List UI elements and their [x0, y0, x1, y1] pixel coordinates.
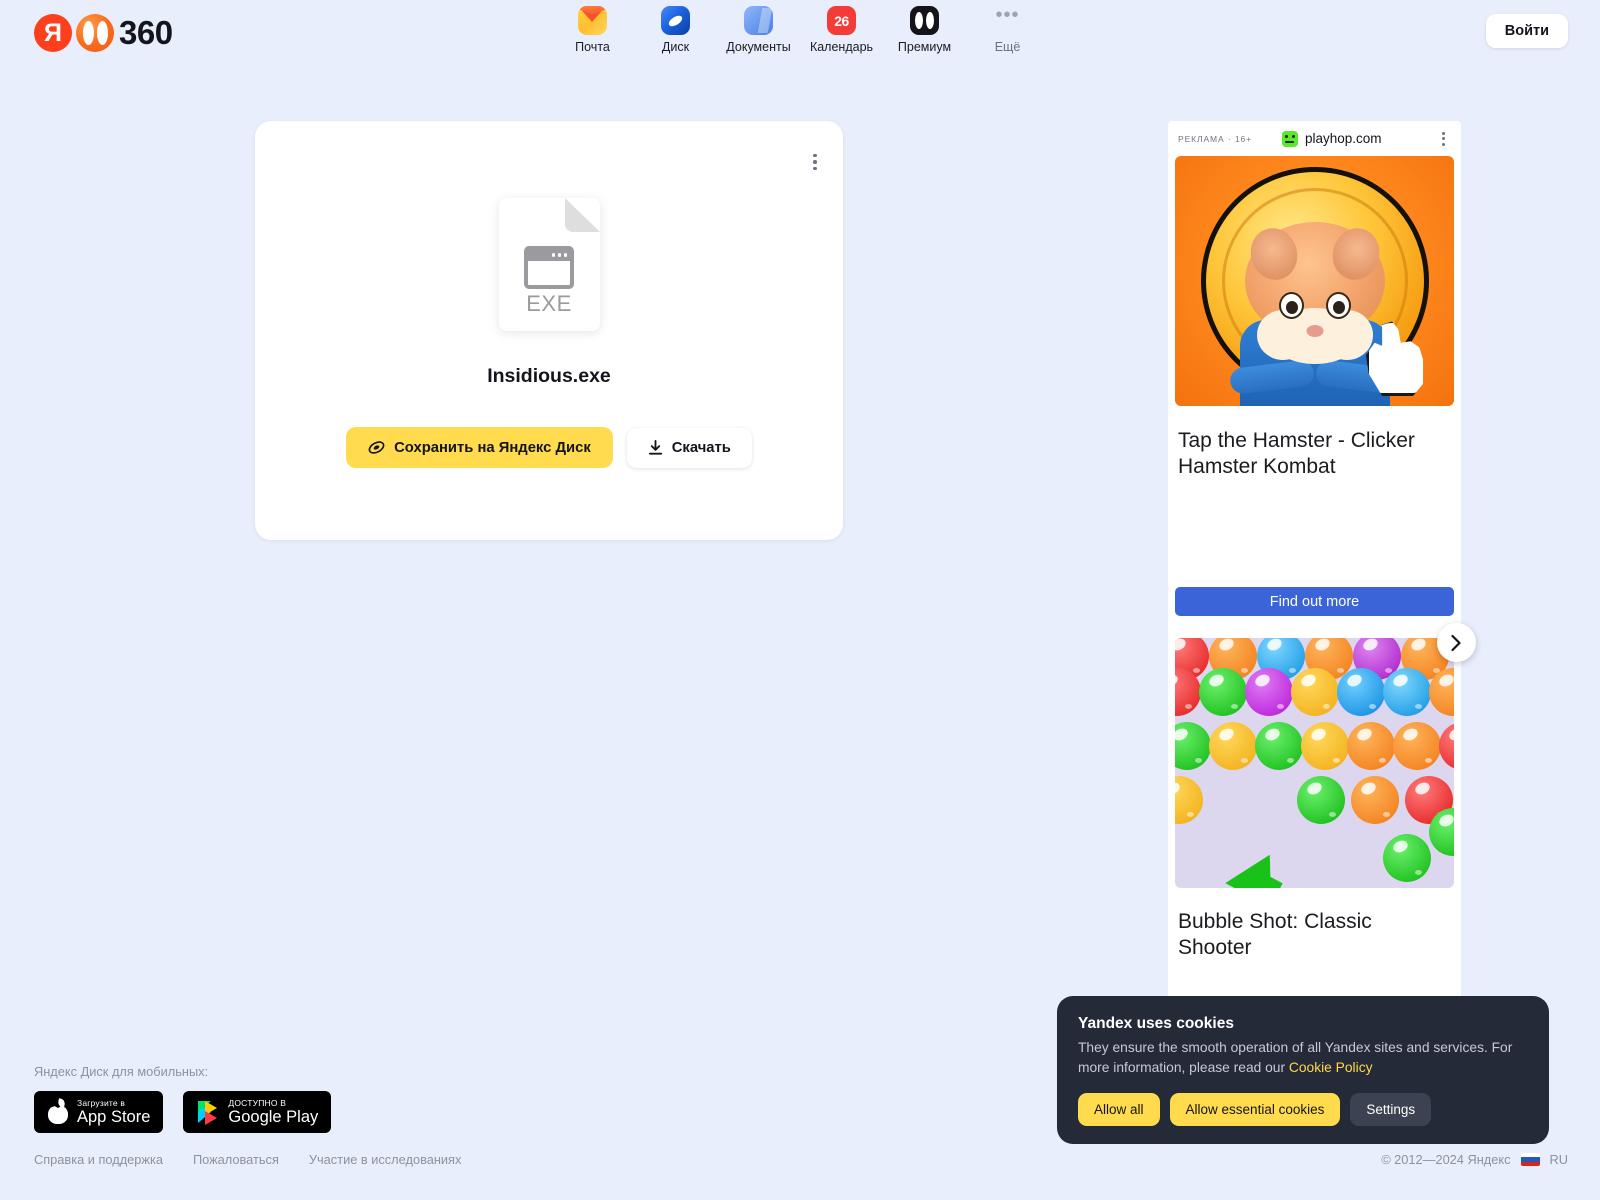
cookie-banner-title: Yandex uses cookies: [1078, 1015, 1234, 1032]
app-store-text: Загрузите в App Store: [77, 1097, 151, 1126]
app-store-big-label: App Store: [77, 1108, 151, 1126]
download-button[interactable]: Скачать: [626, 427, 752, 468]
page-header: Я 360 Почта Диск Документы 26 Календарь …: [0, 0, 1600, 64]
file-name: Insidious.exe: [487, 365, 611, 387]
calendar-icon: 26: [827, 6, 856, 35]
nav-item-premium[interactable]: Премиум: [883, 6, 966, 54]
cookie-settings-button[interactable]: Settings: [1350, 1093, 1432, 1127]
nav-label-disk: Диск: [661, 40, 690, 54]
playhop-favicon-icon: [1281, 130, 1298, 147]
google-play-text: ДОСТУПНО В Google Play: [228, 1097, 319, 1126]
save-to-disk-label: Сохранить на Яндекс Диск: [394, 439, 591, 456]
language-code[interactable]: RU: [1550, 1152, 1568, 1167]
apple-logo-icon: [47, 1099, 69, 1125]
ad-menu-kebab-icon[interactable]: [1435, 131, 1451, 146]
nav-item-more[interactable]: ••• Ещё: [966, 6, 1049, 54]
footer-link-report[interactable]: Пожаловаться: [193, 1152, 279, 1167]
copyright-text: © 2012—2024 Яндекс: [1381, 1152, 1511, 1167]
logo-360-text: 360: [119, 14, 173, 51]
hamster-eye-right: [1325, 292, 1351, 319]
cookie-policy-link[interactable]: Cookie Policy: [1289, 1060, 1373, 1075]
allow-essential-button[interactable]: Allow essential cookies: [1169, 1093, 1341, 1127]
disk-save-icon: [368, 441, 385, 454]
hamster-head: [1244, 222, 1385, 364]
yandex-360-mark-icon: [76, 14, 114, 52]
hamster-ear-left: [1244, 222, 1303, 286]
footer-link-research[interactable]: Участие в исследованиях: [309, 1152, 462, 1167]
hamster-nose: [1306, 325, 1323, 337]
nav-label-more: Ещё: [994, 40, 1021, 54]
yandex-logo-icon: Я: [34, 14, 72, 52]
documents-icon: [744, 6, 773, 35]
nav-label-mail: Почта: [575, 40, 610, 54]
yandex-360-logo[interactable]: Я 360: [34, 14, 173, 52]
ad-cta-button[interactable]: Find out more: [1175, 587, 1454, 616]
premium-icon: [910, 6, 939, 35]
application-window-icon: [524, 246, 574, 289]
ad-title-2: Bubble Shot: Classic Shooter: [1178, 910, 1372, 960]
login-button[interactable]: Войти: [1485, 14, 1568, 48]
cookie-banner-text: They ensure the smooth operation of all …: [1078, 1038, 1528, 1077]
page-footer: Яндекс Диск для мобильных: Загрузите в A…: [34, 1064, 332, 1133]
ad-domain-label: playhop.com: [1304, 131, 1382, 146]
advertisement-panel: РЕКЛАМА · 16+ playhop.com Tap the Hamste…: [1168, 121, 1461, 1001]
ad-header: РЕКЛАМА · 16+ playhop.com: [1168, 121, 1461, 156]
footer-link-help[interactable]: Справка и поддержка: [34, 1152, 163, 1167]
nav-item-mail[interactable]: Почта: [551, 6, 634, 54]
nav-label-premium: Премиум: [897, 40, 952, 54]
disk-icon: [661, 6, 690, 35]
ad-image-hamster[interactable]: [1175, 156, 1454, 406]
google-play-badge[interactable]: ДОСТУПНО В Google Play: [183, 1091, 332, 1133]
save-to-disk-button[interactable]: Сохранить на Яндекс Диск: [346, 427, 613, 468]
chevron-right-icon: [1451, 634, 1461, 651]
ad-site[interactable]: playhop.com: [1281, 130, 1382, 147]
hamster-ear-right: [1326, 222, 1385, 286]
file-icon-container: EXE: [255, 198, 843, 331]
file-actions: Сохранить на Яндекс Диск Скачать: [255, 427, 843, 468]
google-play-big-label: Google Play: [228, 1108, 319, 1126]
russian-flag-icon: [1520, 1153, 1540, 1166]
more-dots-icon: •••: [995, 6, 1020, 26]
google-play-logo-icon: [196, 1099, 220, 1125]
hamster-eye-left: [1278, 292, 1304, 319]
cookie-consent-banner: Yandex uses cookies They ensure the smoo…: [1057, 996, 1549, 1144]
nav-item-documents[interactable]: Документы: [717, 6, 800, 54]
service-nav: Почта Диск Документы 26 Календарь Премиу…: [551, 6, 1049, 54]
bubble-grid: [1175, 638, 1454, 888]
nav-item-disk[interactable]: Диск: [634, 6, 717, 54]
google-play-small-label: ДОСТУПНО В: [228, 1097, 287, 1108]
store-badges: Загрузите в App Store ДОСТУПНО В Google …: [34, 1091, 332, 1133]
file-extension-label: EXE: [526, 291, 572, 316]
nav-item-calendar[interactable]: 26 Календарь: [800, 6, 883, 54]
ad-disclosure-label: РЕКЛАМА · 16+: [1178, 133, 1252, 144]
footer-links: Справка и поддержка Пожаловаться Участие…: [34, 1152, 461, 1167]
nav-label-calendar: Календарь: [809, 40, 874, 54]
mail-icon: [578, 6, 607, 35]
app-store-small-label: Загрузите в: [77, 1097, 126, 1108]
ad-image-bubble[interactable]: [1175, 638, 1454, 888]
download-label: Скачать: [671, 439, 731, 456]
mobile-apps-caption: Яндекс Диск для мобильных:: [34, 1064, 209, 1079]
aim-arrow-icon: [1225, 842, 1293, 888]
card-menu-kebab-icon[interactable]: [803, 150, 827, 174]
window-dots-icon: [551, 253, 567, 257]
file-preview-card: EXE Insidious.exe Сохранить на Яндекс Ди…: [255, 121, 843, 540]
allow-all-button[interactable]: Allow all: [1078, 1093, 1160, 1127]
nav-label-documents: Документы: [726, 40, 791, 54]
cookie-banner-buttons: Allow all Allow essential cookies Settin…: [1078, 1093, 1528, 1127]
exe-file-icon: EXE: [498, 198, 600, 331]
ad-title-1: Tap the Hamster - Clicker Hamster Kombat: [1178, 429, 1415, 479]
footer-copyright: © 2012—2024 Яндекс RU: [1381, 1152, 1568, 1167]
app-store-badge[interactable]: Загрузите в App Store: [34, 1091, 164, 1133]
carousel-next-button[interactable]: [1437, 623, 1476, 662]
download-icon: [648, 439, 662, 455]
